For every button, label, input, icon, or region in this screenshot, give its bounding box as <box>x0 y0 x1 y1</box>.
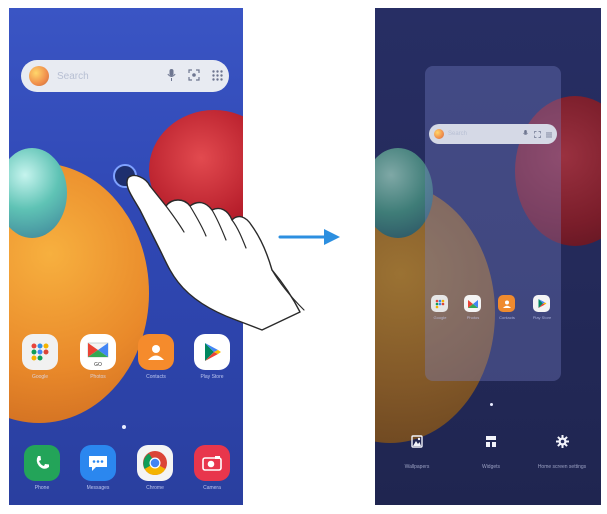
microphone-icon[interactable] <box>167 69 176 83</box>
dock-icon-camera[interactable] <box>194 445 230 481</box>
widgets-label: Widgets <box>481 464 501 470</box>
preview-app-icon-folder <box>431 295 448 312</box>
search-placeholder: Search <box>57 70 89 82</box>
dock-label-camera: Camera <box>203 485 221 491</box>
app-icon-play-store[interactable] <box>194 334 230 370</box>
home-screen-edit-mode: Search Google Photos Contacts Play Store… <box>375 8 601 505</box>
wallpapers-button[interactable]: Wallpapers <box>397 435 437 470</box>
wallpapers-label: Wallpapers <box>404 464 430 470</box>
preview-app-label-contacts: Contacts <box>499 315 515 320</box>
preview-app-label-google: Google <box>433 315 447 320</box>
dock-label-chrome: Chrome <box>146 485 164 491</box>
photos-badge: GO <box>94 362 102 368</box>
wallpapers-icon <box>411 435 423 450</box>
preview-lens-icon <box>534 128 541 140</box>
page-indicator-dot <box>490 403 493 406</box>
preview-microphone-icon <box>523 129 528 139</box>
lens-icon[interactable] <box>188 69 200 83</box>
wallpaper-red-sphere <box>149 110 243 230</box>
home-page-preview-card[interactable] <box>425 66 561 381</box>
touch-point-indicator <box>113 164 137 188</box>
app-icon-folder[interactable] <box>22 334 58 370</box>
app-label-google: Google <box>31 374 49 380</box>
dock-icon-chrome[interactable] <box>137 445 173 481</box>
app-icon-contacts[interactable] <box>138 334 174 370</box>
app-label-play-store: Play Store <box>200 374 224 380</box>
home-screen-settings-button[interactable]: Home screen settings <box>537 435 587 470</box>
app-label-contacts: Contacts <box>146 374 166 380</box>
preview-app-icon-play-store <box>533 295 550 312</box>
preview-app-icon-photos <box>464 295 481 312</box>
preview-app-label-play-store: Play Store <box>532 315 552 320</box>
apps-grid-icon[interactable] <box>212 69 223 83</box>
home-screen-settings-label: Home screen settings <box>537 464 587 470</box>
app-label-photos: Photos <box>90 374 106 380</box>
preview-app-icon-contacts <box>498 295 515 312</box>
google-search-bar[interactable]: Search <box>21 60 229 92</box>
preview-search-placeholder: Search <box>448 131 468 137</box>
home-screen-left: Search Google GO Photos Contacts Play St… <box>9 8 243 505</box>
transition-arrow-icon <box>278 229 340 245</box>
preview-apps-grid-icon <box>546 128 552 140</box>
dock-icon-phone[interactable] <box>24 445 60 481</box>
preview-search-bar: Search <box>429 124 557 144</box>
search-logo-icon <box>29 66 49 86</box>
preview-search-logo-icon <box>434 129 444 139</box>
dock-icon-messages[interactable] <box>80 445 116 481</box>
page-indicator-dot <box>122 425 126 429</box>
widgets-icon <box>485 435 497 450</box>
dock-label-messages: Messages <box>86 485 110 491</box>
dock-label-phone: Phone <box>34 485 50 491</box>
preview-app-label-photos: Photos <box>466 315 480 320</box>
gear-icon <box>555 435 569 450</box>
widgets-button[interactable]: Widgets <box>471 435 511 470</box>
